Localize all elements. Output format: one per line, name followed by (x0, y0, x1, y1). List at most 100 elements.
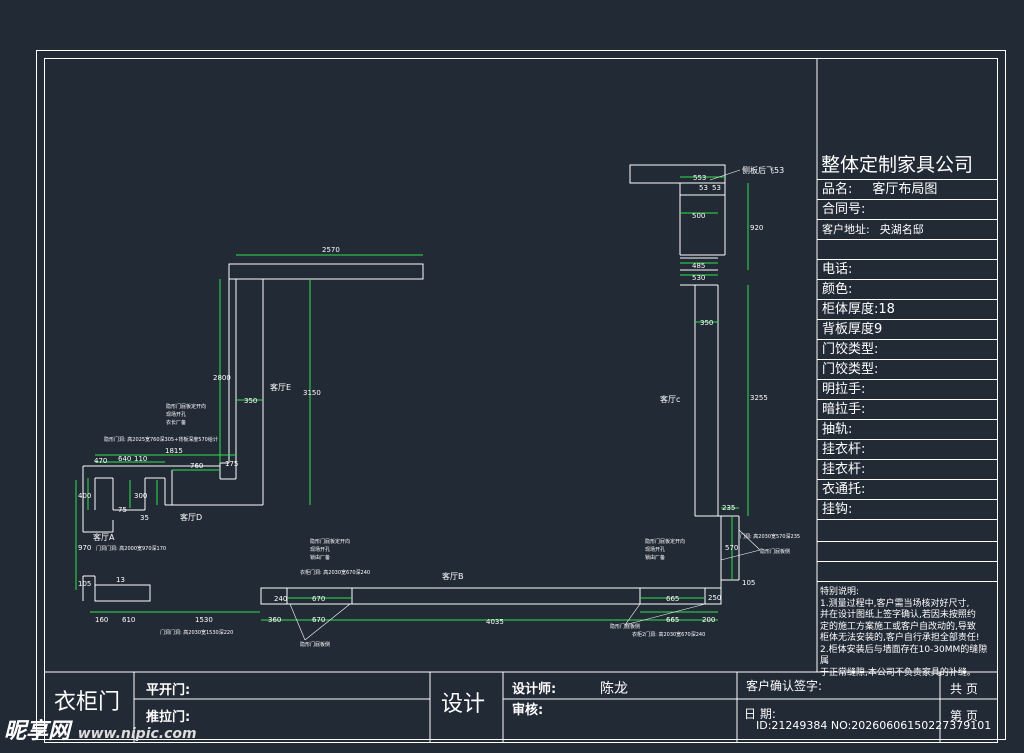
title-block-row: 暗拉手: (817, 400, 998, 420)
special-notes: 特别说明: 1.测量过程中,客户需当场核对好尺寸, 并在设计图纸上签字确认,若因… (820, 587, 996, 679)
dim-right-920: 920 (750, 224, 763, 232)
dim-top-530: 530 (692, 274, 705, 282)
title-block-row-label: 挂衣杆: (822, 462, 866, 477)
dim-bottom-160: 160 (95, 616, 108, 624)
title-block-row-value: 客厅布局图 (872, 182, 938, 197)
notes-line: 定的施工方案施工或客户自改动的,导致 (820, 621, 976, 632)
dim-right-235: 235 (722, 504, 735, 512)
company-name: 整体定制家具公司 (817, 150, 998, 180)
note-14: 衣柜2门洞: 高2030宽670深240 (632, 631, 705, 638)
image-id-tag: ID:21249384 NO:20260606150227379101 (756, 719, 992, 732)
title-block-row-label: 挂钩: (822, 502, 853, 517)
watermark-logo: 昵享网 (4, 719, 71, 744)
title-block-empty-row (817, 540, 998, 562)
side-panel-label: 侧板后飞53 (742, 165, 784, 175)
note-15: 门洞: 高2030宽570深235 (740, 533, 800, 540)
title-block-row: 门饺类型: (817, 340, 998, 360)
title-block-row-label: 柜体厚度:18 (822, 302, 895, 317)
title-block-row-label: 颜色: (822, 282, 853, 297)
title-block-row: 柜体厚度:18 (817, 300, 998, 320)
total-pages-label: 共 页 (950, 682, 978, 696)
dim-top-553: 553 (693, 174, 706, 182)
dim-right-250: 250 (708, 594, 721, 602)
title-block-row-label: 品名: (822, 182, 853, 197)
client-sign-label: 客户确认签字: (746, 679, 823, 693)
swing-door-label: 平开门: (146, 683, 191, 698)
title-block-row-label: 衣通托: (822, 482, 866, 497)
dim-left-175: 175 (225, 460, 238, 468)
dim-left-3150: 3150 (303, 389, 321, 397)
note-5: 门洞门洞: 高2000宽970深170 (96, 545, 166, 552)
dim-left-350: 350 (244, 397, 257, 405)
title-block-row-label: 暗拉手: (822, 402, 866, 417)
note-10: 衣柜门洞: 高2030宽670深240 (300, 569, 370, 576)
dim-left-760: 760 (190, 462, 203, 470)
title-block-empty-row (817, 520, 998, 542)
dim-left-640: 640 (118, 455, 131, 463)
note-6: 门洞门洞: 高2030宽1530深220 (160, 629, 233, 636)
title-block-row: 衣通托: (817, 480, 998, 500)
dim-right-570: 570 (725, 544, 738, 552)
title-block-row: 抽轨: (817, 420, 998, 440)
dim-top-53a: 53 (699, 184, 708, 192)
dim-bottom-610: 610 (122, 616, 135, 624)
title-block-row-label: 门饺类型: (822, 362, 879, 377)
dim-bottom-670b: 670 (312, 616, 325, 624)
dim-right-350: 350 (700, 319, 713, 327)
title-block-row: 颜色: (817, 280, 998, 300)
wardrobe-door-title: 衣柜门 (54, 690, 121, 715)
room-label-d: 客厅D (180, 512, 202, 522)
dim-left-75: 75 (118, 506, 127, 514)
note-18: 隐形门屁板侧 (610, 623, 640, 630)
dim-left-35: 35 (140, 514, 149, 522)
dim-left-300: 300 (134, 492, 147, 500)
dim-right-105: 105 (742, 579, 755, 587)
dim-bottom-1530: 1530 (195, 616, 213, 624)
title-block-row: 挂钩: (817, 500, 998, 520)
dim-left-470: 470 (94, 457, 107, 465)
notes-title: 特别说明: (820, 587, 860, 597)
dim-bottom-665a: 665 (666, 595, 679, 603)
title-block-row: 客户地址: 央湖名邸 (817, 220, 998, 240)
note-1: 隐形门屁板定开向 (166, 403, 206, 410)
note-4: 隐形门洞: 高2025宽760深305+背板深度570给计 (104, 436, 218, 443)
dim-left-105: 105 (78, 580, 91, 588)
title-block-row-label: 抽轨: (822, 422, 853, 437)
title-block-row (817, 240, 998, 260)
title-block-row: 明拉手: (817, 380, 998, 400)
title-block-row-label: 明拉手: (822, 382, 866, 397)
watermark-url: www.nipic.com (77, 726, 197, 742)
title-block-empty-row (817, 560, 998, 582)
title-block-row: 挂衣杆: (817, 460, 998, 480)
notes-line: 柜体无法安装的,客户自行承担全部责任! (820, 633, 980, 643)
title-block-row: 门饺类型: (817, 360, 998, 380)
room-label-a: 客厅A (93, 532, 115, 542)
design-title: 设计 (441, 692, 486, 717)
dim-bottom-4035: 4035 (486, 618, 504, 626)
title-block-row-label: 挂衣杆: (822, 442, 866, 457)
dim-top-500: 500 (692, 212, 705, 220)
title-block-row: 挂衣杆: (817, 440, 998, 460)
dim-top-485: 485 (692, 262, 705, 270)
dim-bottom-670a: 670 (312, 595, 325, 603)
dim-bottom-360: 360 (268, 616, 281, 624)
review-label: 审核: (512, 703, 544, 718)
title-block-row: 背板厚度9 (817, 320, 998, 340)
note-13: 锁由厂备 (645, 554, 665, 561)
title-block-row: 电话: (817, 260, 998, 280)
dim-left-400: 400 (78, 492, 91, 500)
title-block-row: 品名: 客厅布局图 (817, 180, 998, 200)
note-12: 现场开孔 (645, 546, 665, 553)
watermark: 昵享网 www.nipic.com (4, 713, 197, 745)
title-block-row-label: 合同号: (822, 202, 866, 217)
note-17: 隐形门屁板侧 (300, 641, 330, 648)
note-9: 锁由厂备 (310, 554, 330, 561)
dim-bottom-200: 200 (702, 616, 715, 624)
dim-right-3255: 3255 (750, 394, 768, 402)
designer-name: 陈龙 (600, 681, 628, 697)
dim-bottom-665b: 665 (666, 616, 679, 624)
notes-line: 并在设计图纸上签字确认,若因未按照约 (820, 610, 976, 620)
note-11: 隐形门屁板定开向 (645, 538, 685, 545)
room-label-c: 客厅c (660, 394, 680, 404)
dim-left-13: 13 (116, 576, 125, 584)
